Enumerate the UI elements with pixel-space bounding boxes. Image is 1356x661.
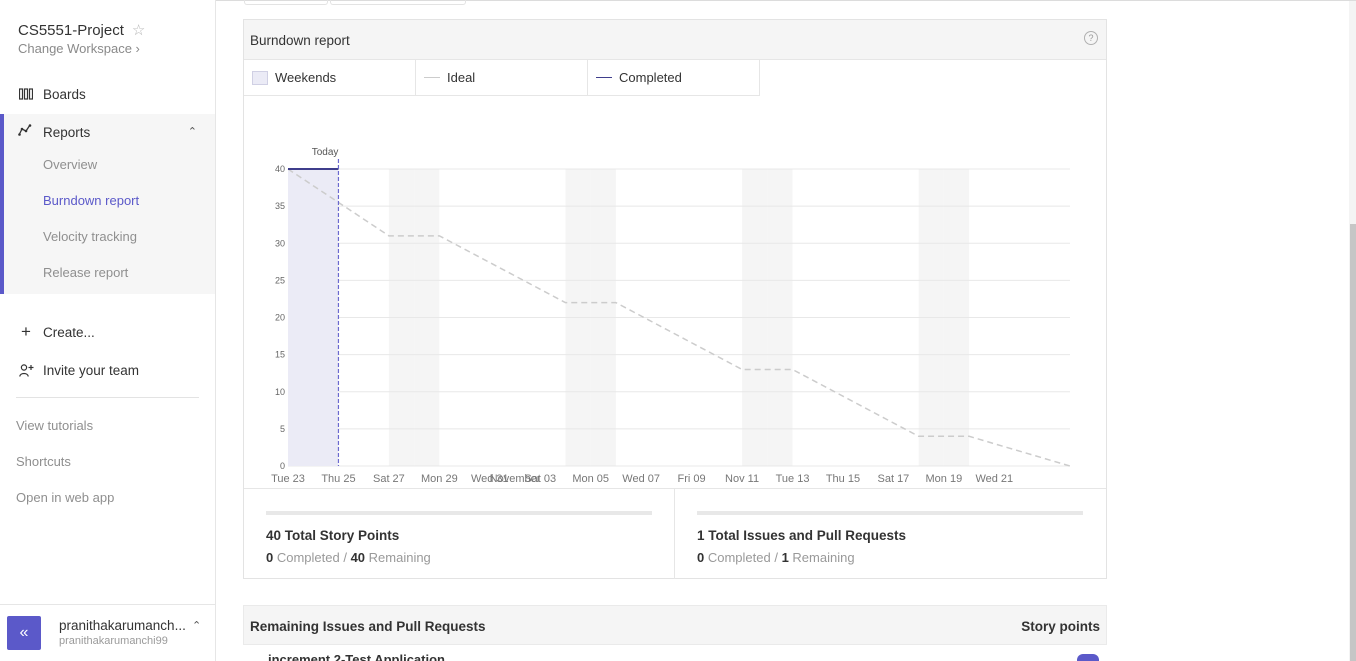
completed-swatch: [596, 77, 612, 78]
create-button[interactable]: + Create...: [0, 314, 215, 350]
x-tick-label: Mon 29: [421, 473, 458, 485]
story-points-progress: [266, 511, 652, 515]
user-name[interactable]: pranithakarumanch...: [59, 618, 186, 633]
story-points-title: 40 Total Story Points: [266, 528, 400, 543]
y-tick-label: 5: [280, 424, 285, 434]
story-points-stat: 40 Total Story Points 0 Completed / 40 R…: [244, 489, 674, 579]
help-icon[interactable]: ?: [1084, 31, 1098, 45]
x-tick-label: Wed 07: [622, 473, 660, 485]
issues-progress: [697, 511, 1083, 515]
invite-team-button[interactable]: Invite your team: [0, 352, 215, 388]
y-tick-label: 35: [275, 201, 285, 211]
change-workspace-link[interactable]: Change Workspace ›: [18, 41, 140, 56]
remaining-issues-title: Remaining Issues and Pull Requests: [250, 619, 486, 634]
workspace-title-row: CS5551-Project ☆: [18, 21, 145, 40]
sidebar-item-label: Boards: [43, 86, 86, 102]
main-content: Burndown report ? Weekends Ideal Complet…: [216, 0, 1341, 661]
sidebar-subitem-velocity[interactable]: Velocity tracking: [43, 229, 137, 244]
y-tick-label: 15: [275, 350, 285, 360]
sidebar-subitem-release[interactable]: Release report: [43, 265, 128, 280]
sidebar-subitem-burndown[interactable]: Burndown report: [43, 193, 139, 208]
weekends-swatch: [252, 70, 268, 85]
x-tick-label: Wed 21: [975, 473, 1013, 485]
burndown-title: Burndown report: [250, 33, 350, 48]
legend-label: Ideal: [447, 70, 476, 85]
boards-icon: [18, 86, 34, 102]
scrollbar-thumb[interactable]: [1350, 224, 1356, 661]
collapse-sidebar-button[interactable]: «: [7, 616, 41, 650]
tab-stub[interactable]: [244, 0, 328, 5]
card-header: Burndown report ?: [244, 20, 1106, 60]
issue-row-title[interactable]: increment 2-Test Application: [268, 652, 445, 661]
chart-legend: Weekends Ideal Completed: [244, 60, 760, 97]
x-tick-label: Mon 05: [572, 473, 609, 485]
y-tick-label: 0: [280, 461, 285, 471]
shortcuts-link[interactable]: Shortcuts: [16, 454, 71, 469]
x-tick-label: Thu 15: [826, 473, 860, 485]
x-tick-label: Sat 17: [878, 473, 910, 485]
legend-weekends[interactable]: Weekends: [244, 60, 416, 96]
plus-icon: +: [21, 322, 31, 341]
x-tick-label: Thu 25: [321, 473, 355, 485]
legend-ideal[interactable]: Ideal: [416, 60, 588, 96]
y-tick-label: 25: [275, 275, 285, 285]
sidebar-item-label: Reports: [43, 124, 91, 140]
sidebar-item-reports[interactable]: Reports ⌃: [4, 114, 215, 150]
burndown-chart: 0 5 10 15 20 25 30 35 40 Tue 23 Thu 25 Sat 27 Mon 29…: [271, 147, 1071, 485]
x-tick-label: Mon 19: [926, 473, 963, 485]
x-tick-label: Tue 13: [776, 473, 810, 485]
x-tick-label: Sat 03: [524, 473, 556, 485]
chevron-up-icon[interactable]: ⌃: [188, 125, 197, 138]
open-web-app-link[interactable]: Open in web app: [16, 490, 114, 505]
sidebar-item-boards[interactable]: Boards: [0, 76, 215, 112]
x-tick-label: Tue 23: [271, 473, 305, 485]
issues-breakdown: 0 Completed / 1 Remaining: [697, 550, 855, 565]
completed-area: [288, 169, 339, 466]
story-points-breakdown: 0 Completed / 40 Remaining: [266, 550, 431, 565]
star-icon[interactable]: ☆: [132, 21, 145, 39]
chevron-up-icon[interactable]: ⌃: [192, 619, 201, 632]
tab-stub[interactable]: [330, 0, 466, 5]
burndown-card: Burndown report ? Weekends Ideal Complet…: [243, 19, 1107, 579]
user-handle: pranithakarumanchi99: [59, 635, 168, 647]
user-bar: « pranithakarumanch... pranithakarumanch…: [0, 604, 215, 661]
today-label: Today: [312, 147, 339, 158]
y-tick-label: 10: [275, 387, 285, 397]
y-tick-label: 40: [275, 164, 285, 174]
sidebar: CS5551-Project ☆ Change Workspace › Boar…: [0, 0, 216, 661]
story-points-column-header[interactable]: Story points: [1021, 619, 1100, 634]
ideal-swatch: [424, 77, 440, 78]
issues-stat: 1 Total Issues and Pull Requests 0 Compl…: [675, 489, 1105, 579]
x-tick-label: Sat 27: [373, 473, 405, 485]
sidebar-subitem-overview[interactable]: Overview: [43, 157, 97, 172]
view-tutorials-link[interactable]: View tutorials: [16, 418, 93, 433]
legend-label: Weekends: [275, 70, 337, 85]
y-tick-label: 20: [275, 313, 285, 323]
sidebar-divider: [16, 397, 199, 398]
legend-completed[interactable]: Completed: [588, 60, 760, 96]
y-tick-label: 30: [275, 238, 285, 248]
reports-icon: [18, 124, 34, 140]
remaining-issues-header: Remaining Issues and Pull Requests Story…: [243, 605, 1107, 645]
add-user-icon: [18, 362, 34, 378]
x-tick-label: Nov 11: [725, 473, 759, 485]
x-tick-label: Fri 09: [678, 473, 706, 485]
issues-title: 1 Total Issues and Pull Requests: [697, 528, 907, 543]
workspace-title: CS5551-Project: [18, 21, 124, 39]
create-label: Create...: [43, 324, 95, 340]
invite-label: Invite your team: [43, 362, 140, 378]
story-points-badge: [1077, 654, 1099, 661]
legend-label: Completed: [619, 70, 682, 85]
reports-section: Reports ⌃ Overview Burndown report Veloc…: [0, 114, 215, 294]
